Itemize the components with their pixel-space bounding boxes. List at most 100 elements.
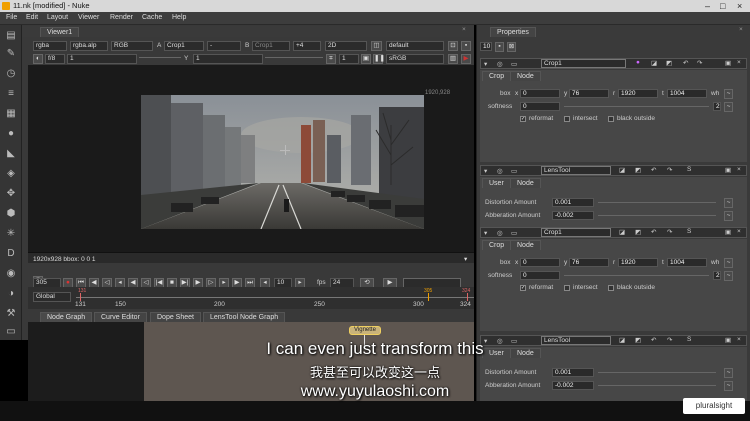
minimize-icon[interactable]: – [705, 0, 710, 12]
node-gl-icon[interactable]: ◩ [666, 59, 672, 67]
node-undo-icon[interactable]: ↶ [651, 336, 656, 344]
clear-panels-icon[interactable]: ▪ [495, 42, 504, 52]
channels-select[interactable]: rgba [33, 41, 67, 51]
lock-panels-icon[interactable]: ⊠ [507, 42, 516, 52]
lut-lock-icon[interactable]: ⊡ [448, 41, 458, 51]
menu-cache[interactable]: Cache [142, 14, 162, 21]
input-b-select[interactable]: Crop1 [252, 41, 290, 51]
tab-curve-editor[interactable]: Curve Editor [94, 312, 147, 322]
tab-crop[interactable]: Crop [482, 71, 512, 81]
viewer-settings-icon[interactable]: ▪ [461, 41, 471, 51]
time-node-icon[interactable]: ◷ [5, 68, 17, 80]
image-node-icon[interactable]: ▤ [5, 30, 17, 42]
softness-count-field[interactable]: 2 [713, 102, 721, 111]
node-collapse-icon[interactable]: ▾ [484, 60, 487, 68]
lenstool-name-field[interactable]: LensTool [541, 166, 611, 175]
node-collapse-icon[interactable]: ▾ [484, 229, 487, 237]
gain-value-field[interactable]: 1 [67, 54, 137, 64]
distortion-curve-icon[interactable]: ~ [724, 368, 733, 378]
crop1b-name-field[interactable]: Crop1 [541, 228, 611, 237]
metadata-node-icon[interactable]: ◑ [5, 288, 17, 300]
node-tile-icon[interactable]: ◪ [619, 228, 625, 236]
reformat-checkbox[interactable]: ✓ [520, 285, 526, 291]
intersect-checkbox[interactable] [564, 116, 570, 122]
node-undo-icon[interactable]: ↶ [651, 228, 656, 236]
box-curve-icon[interactable]: ~ [724, 258, 733, 268]
filter-node-icon[interactable]: ● [5, 128, 17, 140]
abberation-curve-icon[interactable]: ~ [724, 211, 733, 221]
softness-count-field[interactable]: 2 [713, 271, 721, 280]
color-node-icon[interactable]: ▦ [5, 108, 17, 120]
status-dropdown-icon[interactable]: ▾ [464, 255, 467, 263]
node-redo-icon[interactable]: ↷ [667, 228, 672, 236]
node-script-icon[interactable]: S [687, 166, 691, 173]
wipe-icon[interactable]: ◫ [371, 41, 382, 51]
tab-node[interactable]: Node [510, 178, 541, 188]
box-y-field[interactable]: 76 [569, 258, 609, 267]
node-name-icon[interactable]: ▭ [511, 229, 517, 237]
gamma-value-field[interactable]: 1 [193, 54, 263, 64]
3d-node-icon[interactable]: ⬢ [5, 208, 17, 220]
fstop-select[interactable]: f/8 [45, 54, 65, 64]
close-pane-icon[interactable]: × [462, 26, 466, 33]
input-op-select[interactable]: - [207, 41, 241, 51]
menu-viewer[interactable]: Viewer [78, 14, 99, 21]
node-close-icon[interactable]: × [737, 228, 741, 235]
crop1-header[interactable]: ▾ ◎ ▭ Crop1 ● ◪ ◩ ↶ ↷ ▣ × [480, 58, 747, 69]
node-name-icon[interactable]: ▭ [511, 60, 517, 68]
node-redo-icon[interactable]: ↷ [667, 166, 672, 174]
lut-select[interactable]: default [386, 41, 444, 51]
menu-file[interactable]: File [6, 14, 17, 21]
distortion-curve-icon[interactable]: ~ [724, 198, 733, 208]
proxy-icon[interactable]: ⌗ [326, 54, 336, 64]
node-collapse-icon[interactable]: ▾ [484, 167, 487, 175]
tab-crop[interactable]: Crop [482, 240, 512, 250]
node-center-icon[interactable]: ◎ [497, 229, 503, 237]
softness-slider[interactable] [564, 275, 709, 284]
draw-node-icon[interactable]: ✎ [5, 48, 17, 60]
node-redo-icon[interactable]: ↷ [697, 59, 702, 67]
transform-handle-v[interactable] [285, 145, 286, 155]
box-t-field[interactable]: 1004 [667, 258, 707, 267]
node-tile-icon[interactable]: ◪ [619, 336, 625, 344]
box-curve-icon[interactable]: ~ [724, 89, 733, 99]
timeline-track[interactable] [76, 297, 474, 298]
abberation-field[interactable]: -0.002 [552, 381, 594, 390]
reformat-checkbox[interactable]: ✓ [520, 116, 526, 122]
other-node-icon[interactable]: ▭ [5, 326, 17, 338]
softness-field[interactable]: 0 [520, 271, 560, 280]
abberation-field[interactable]: -0.002 [552, 211, 594, 220]
deep-node-icon[interactable]: D [5, 248, 17, 260]
current-frame-marker[interactable] [428, 293, 429, 301]
distortion-field[interactable]: 0.001 [552, 198, 594, 207]
crop1-name-field[interactable]: Crop1 [541, 59, 626, 68]
close-icon[interactable]: × [737, 0, 742, 12]
distortion-field[interactable]: 0.001 [552, 368, 594, 377]
black-outside-checkbox[interactable] [608, 116, 614, 122]
gain-select[interactable]: +4 [293, 41, 321, 51]
abberation-curve-icon[interactable]: ~ [724, 381, 733, 391]
node-gl-icon[interactable]: ◩ [635, 228, 641, 236]
tab-viewer1[interactable]: Viewer1 [40, 27, 80, 37]
abberation-slider[interactable] [598, 385, 716, 394]
proxy-select[interactable]: 1 [339, 54, 359, 64]
node-redo-icon[interactable]: ↷ [667, 336, 672, 344]
tab-user[interactable]: User [482, 178, 511, 188]
menu-help[interactable]: Help [172, 14, 186, 21]
box-y-field[interactable]: 76 [569, 89, 609, 98]
roi-icon[interactable]: ▣ [361, 54, 371, 64]
node-close-icon[interactable]: × [737, 336, 741, 343]
black-outside-checkbox[interactable] [608, 285, 614, 291]
node-name-icon[interactable]: ▭ [511, 167, 517, 175]
menu-layout[interactable]: Layout [47, 14, 68, 21]
abberation-slider[interactable] [598, 215, 716, 224]
alpha-channel-select[interactable]: rgba.alp [70, 41, 108, 51]
node-script-icon[interactable]: S [687, 336, 691, 343]
tab-lenstool-node-graph[interactable]: LensTool Node Graph [203, 312, 286, 322]
keyer-node-icon[interactable]: ◣ [5, 148, 17, 160]
out-point-marker[interactable] [467, 293, 468, 301]
lenstool2-name-field[interactable]: LensTool [541, 336, 611, 345]
node-gl-icon[interactable]: ◩ [635, 166, 641, 174]
display-channel-select[interactable]: RGB [111, 41, 153, 51]
tab-properties[interactable]: Properties [490, 27, 536, 37]
